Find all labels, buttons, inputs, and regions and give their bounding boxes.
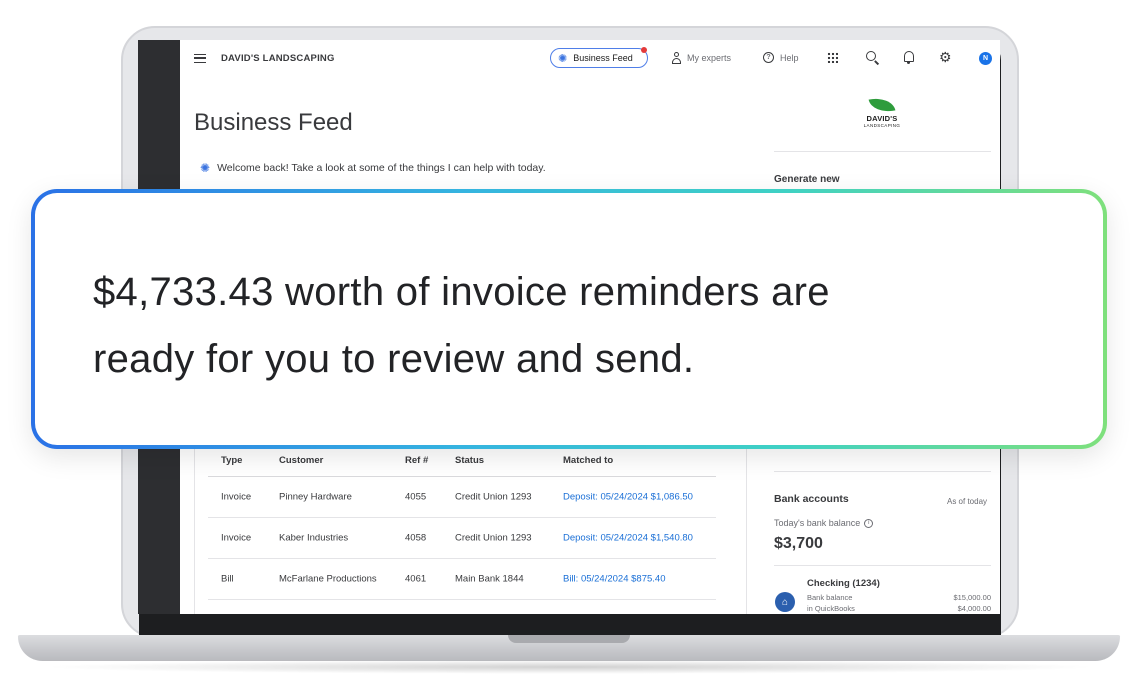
info-icon[interactable]: i xyxy=(864,518,874,528)
menu-icon[interactable] xyxy=(194,54,206,63)
table-row[interactable]: Invoice Pinney Hardware 4055 Credit Unio… xyxy=(208,477,716,518)
welcome-message: ✺ Welcome back! Take a look at some of t… xyxy=(200,161,546,175)
bell-icon[interactable] xyxy=(904,51,914,64)
cell-status: Credit Union 1293 xyxy=(455,532,532,544)
logo-name: DAVID'S xyxy=(866,114,898,123)
todays-balance-amount: $3,700 xyxy=(774,535,823,552)
help-button[interactable]: ? Help xyxy=(763,52,799,63)
todays-balance-text: Today's bank balance xyxy=(774,518,861,528)
help-icon: ? xyxy=(763,52,774,63)
sparkle-icon: ✺ xyxy=(200,161,211,175)
apps-grid-icon[interactable] xyxy=(827,52,838,63)
cell-customer: Pinney Hardware xyxy=(279,491,352,503)
gear-icon[interactable]: ⚙ xyxy=(939,50,952,64)
cell-type: Invoice xyxy=(221,491,252,503)
business-feed-button[interactable]: ✺ Business Feed xyxy=(550,48,648,68)
as-of-label: As of today xyxy=(947,497,988,506)
cell-customer: McFarlane Productions xyxy=(279,573,377,585)
qb-balance-label: in QuickBooks xyxy=(807,604,855,613)
table-row[interactable]: Bill McFarlane Productions 4061 Main Ban… xyxy=(208,559,716,600)
business-feed-label: Business Feed xyxy=(573,53,633,63)
laptop-shadow xyxy=(40,660,1100,674)
insight-callout: $4,733.43 worth of invoice reminders are… xyxy=(31,189,1107,449)
my-experts-button[interactable]: My experts xyxy=(672,52,731,64)
search-icon[interactable] xyxy=(866,51,876,61)
cell-customer: Kaber Industries xyxy=(279,532,349,544)
my-experts-label: My experts xyxy=(687,53,732,63)
callout-card: $4,733.43 worth of invoice reminders are… xyxy=(35,193,1103,445)
header-matched-to[interactable]: Matched to xyxy=(563,455,613,466)
welcome-text: Welcome back! Take a look at some of the… xyxy=(217,162,546,174)
help-label: Help xyxy=(780,52,799,63)
header-customer[interactable]: Customer xyxy=(279,455,323,466)
divider xyxy=(774,565,991,566)
matched-link[interactable]: Deposit: 05/24/2024 $1,540.80 xyxy=(563,533,693,544)
company-logo: DAVID'S LANDSCAPING xyxy=(858,94,906,137)
bank-balance-value: $15,000.00 xyxy=(953,593,991,602)
callout-line-2: ready for you to review and send. xyxy=(93,337,695,381)
header-status[interactable]: Status xyxy=(455,455,484,466)
cell-status: Credit Union 1293 xyxy=(455,491,532,503)
divider xyxy=(774,151,991,152)
callout-message: $4,733.43 worth of invoice reminders are… xyxy=(93,259,1053,393)
bank-icon: ⌂ xyxy=(775,592,795,612)
cell-ref: 4055 xyxy=(405,491,427,503)
transactions-table: Type Customer Ref # Status Matched to In… xyxy=(208,443,716,600)
table-row[interactable]: Invoice Kaber Industries 4058 Credit Uni… xyxy=(208,518,716,559)
balance-values: $15,000.00 $4,000.00 xyxy=(920,592,991,614)
person-icon xyxy=(672,52,681,64)
cell-ref: 4058 xyxy=(405,532,427,544)
cell-ref: 4061 xyxy=(405,573,427,585)
company-name: DAVID'S LANDSCAPING xyxy=(221,53,335,64)
leaf-icon xyxy=(868,94,896,116)
matched-link[interactable]: Deposit: 05/24/2024 $1,086.50 xyxy=(563,492,693,503)
bank-balance-label: Bank balance xyxy=(807,593,853,602)
cell-status: Main Bank 1844 xyxy=(455,573,524,585)
divider xyxy=(774,471,991,472)
header-type[interactable]: Type xyxy=(221,455,242,466)
balance-labels: Bank balance in QuickBooks xyxy=(807,592,855,614)
generate-new-heading: Generate new xyxy=(774,174,840,185)
avatar[interactable]: N xyxy=(979,52,992,65)
laptop-notch xyxy=(508,635,630,643)
logo-sub: LANDSCAPING xyxy=(863,123,901,128)
top-bar: DAVID'S LANDSCAPING ✺ Business Feed My e… xyxy=(180,40,1000,78)
bank-accounts-title: Bank accounts xyxy=(774,493,849,505)
callout-line-1: $4,733.43 worth of invoice reminders are xyxy=(93,270,830,314)
cell-type: Invoice xyxy=(221,532,252,544)
table-border xyxy=(194,435,195,614)
page-title: Business Feed xyxy=(194,109,353,136)
todays-balance-label: Today's bank balance i xyxy=(774,518,874,528)
account-name[interactable]: Checking (1234) xyxy=(807,578,880,589)
qb-balance-value: $4,000.00 xyxy=(957,604,991,613)
sparkle-icon: ✺ xyxy=(558,52,568,65)
cell-type: Bill xyxy=(221,573,234,585)
notification-dot xyxy=(641,47,647,53)
matched-link[interactable]: Bill: 05/24/2024 $875.40 xyxy=(563,574,665,585)
header-ref[interactable]: Ref # xyxy=(405,455,428,466)
